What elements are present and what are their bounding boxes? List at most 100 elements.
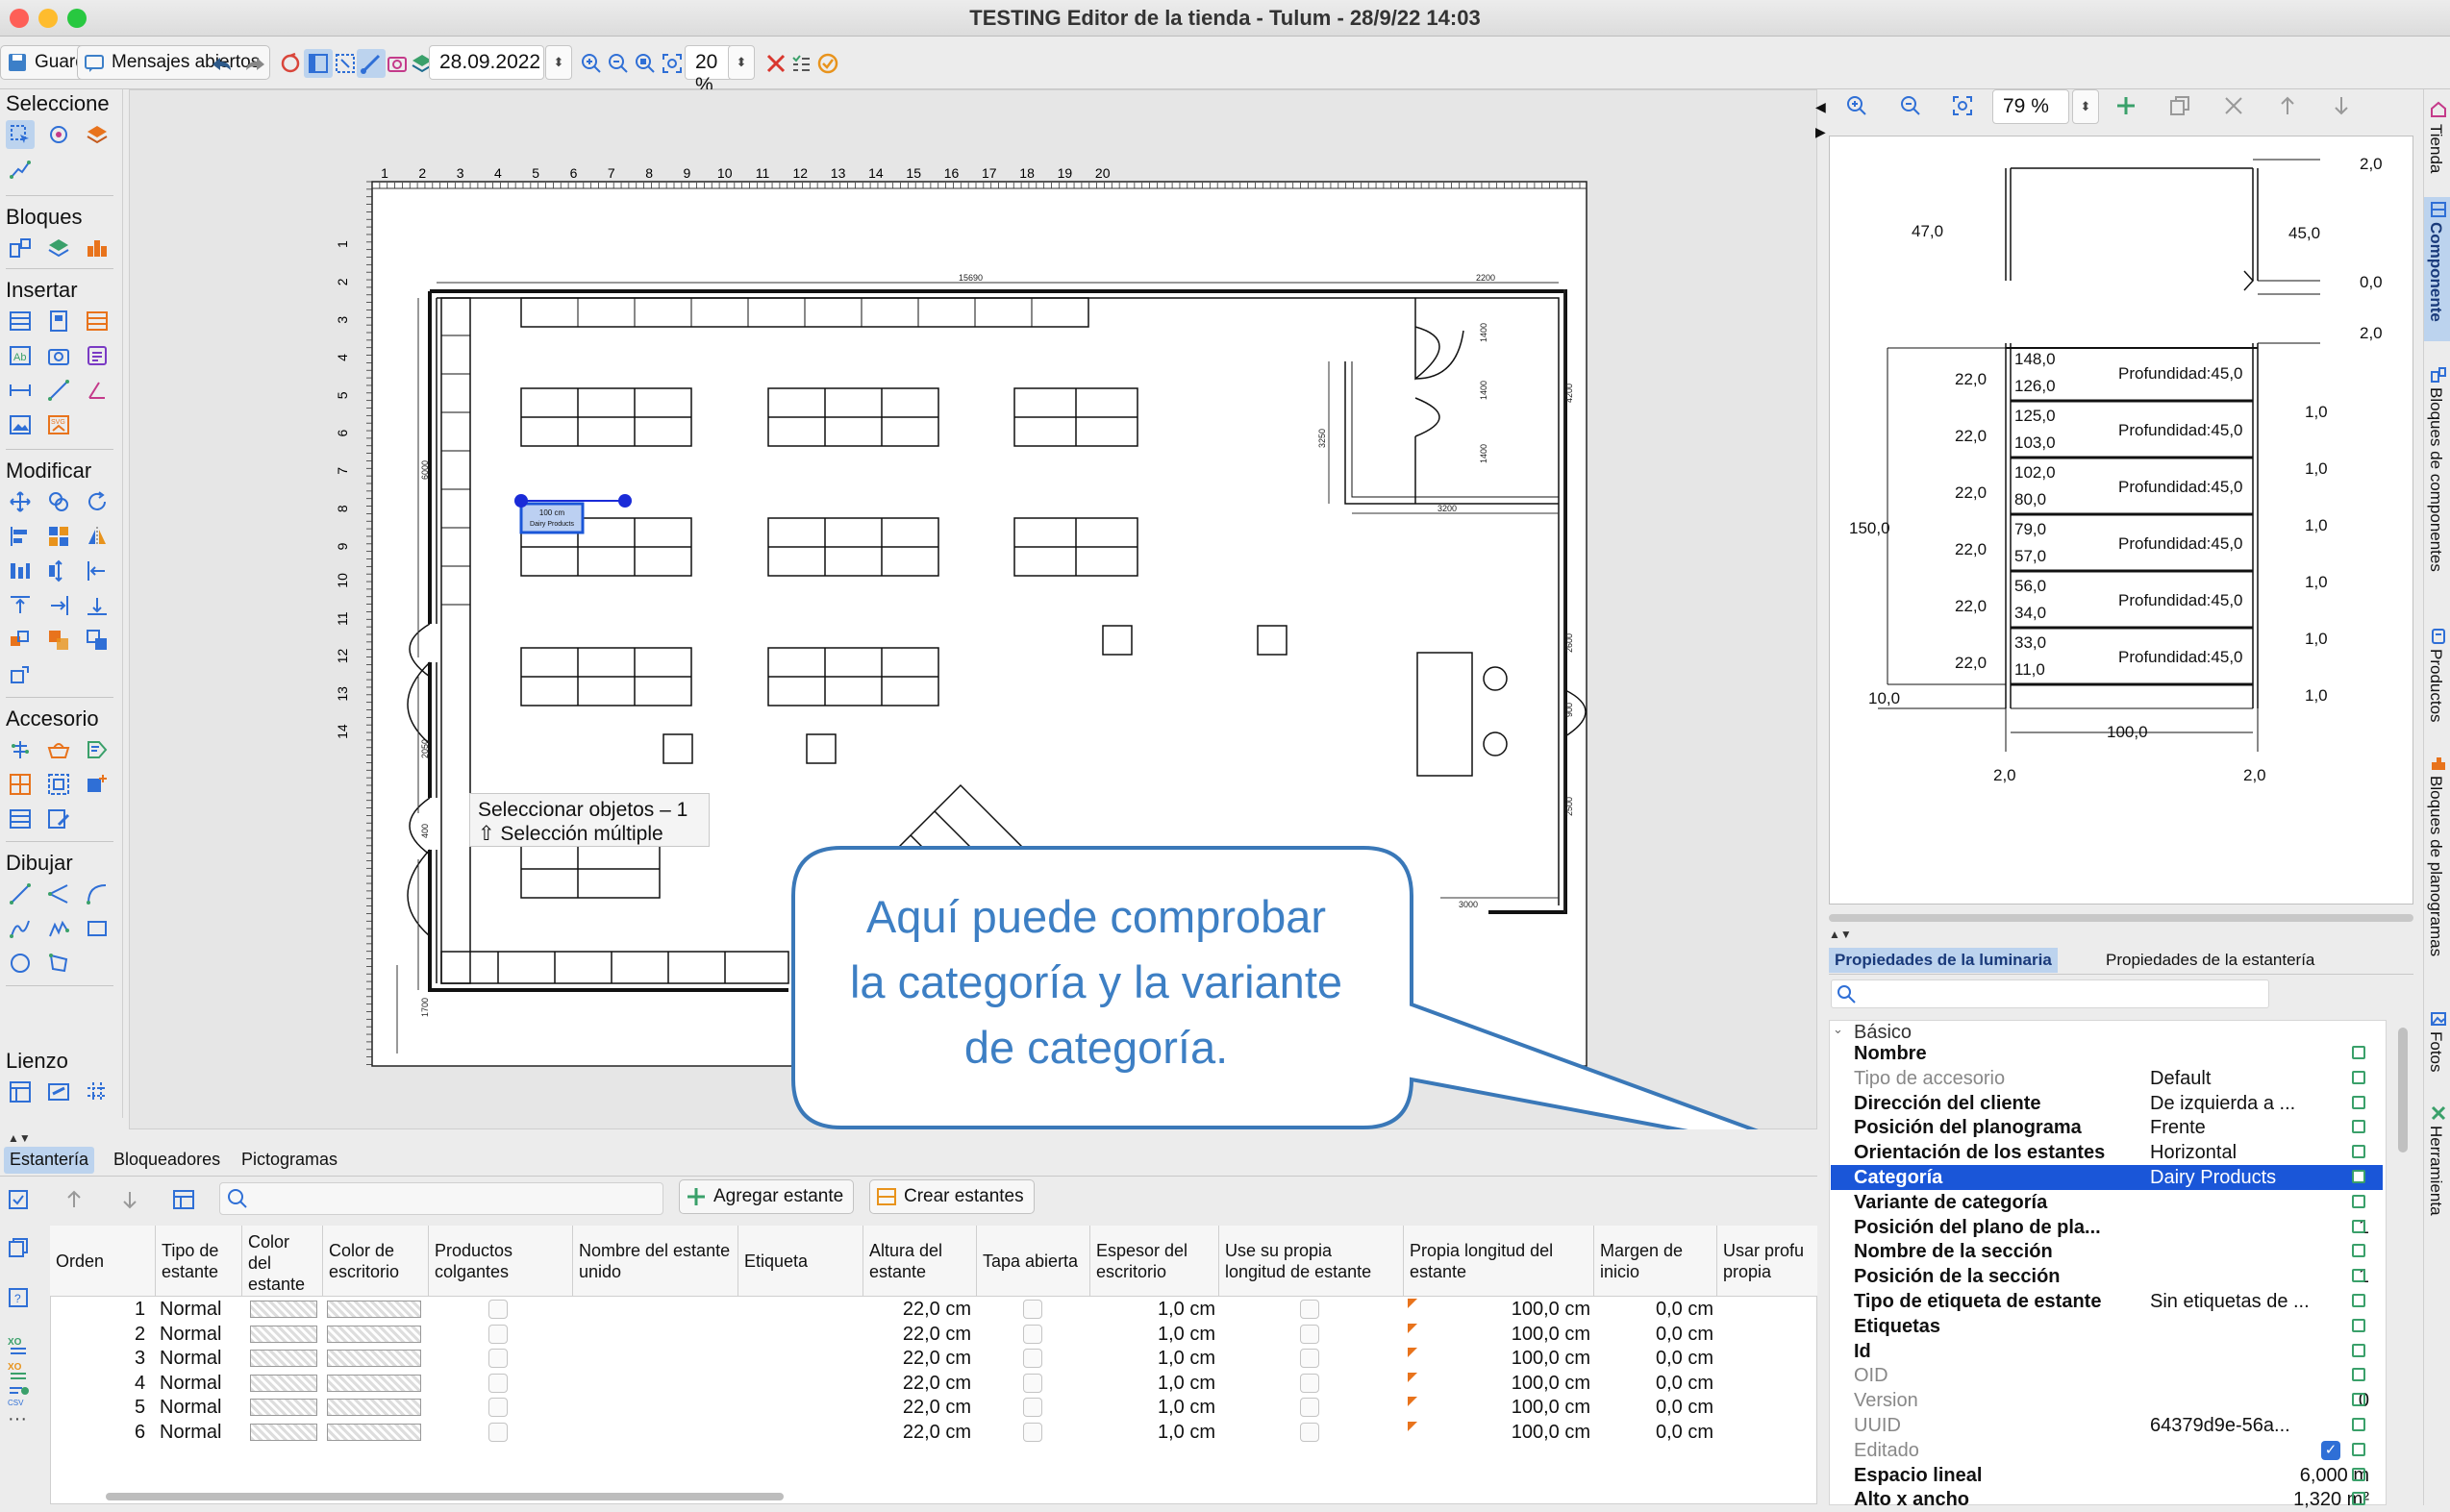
tab-bloqueadores[interactable]: Bloqueadores [108,1147,226,1174]
properties-search-input[interactable] [1831,979,2269,1008]
own-length-checkbox[interactable] [1300,1423,1319,1442]
property-edit-icon[interactable] [2352,1418,2365,1431]
row-thickness[interactable]: 1,0 cm [1125,1346,1215,1371]
mirror-icon[interactable] [83,522,112,551]
copy-icon[interactable] [2165,91,2194,120]
duplicate-icon[interactable] [44,487,73,516]
col-espesor-escritorio[interactable]: Espesor del escritorio [1090,1226,1219,1297]
hanging-products-checkbox[interactable] [488,1349,508,1369]
move-up-icon[interactable] [60,1185,88,1214]
validate-icon[interactable] [813,49,842,78]
row-thickness[interactable]: 1,0 cm [1125,1297,1215,1322]
shelf-elevation-preview[interactable]: 47,0 45,0 2,0 0,0 2,0 150,0 10,0 100,0 2… [1829,136,2413,905]
row-length[interactable]: 100,0 cm [1481,1420,1590,1445]
group-collapse-icon[interactable]: ⌄ [1833,1022,1843,1037]
property-name[interactable]: UUID [1854,1413,1901,1438]
arrange-icon[interactable] [44,522,73,551]
edited-checkbox[interactable]: ✓ [2321,1440,2340,1460]
hanging-products-checkbox[interactable] [488,1324,508,1344]
hanging-products-checkbox[interactable] [488,1398,508,1418]
insert-camera-icon[interactable] [44,341,73,370]
side-tab-tienda[interactable]: Tienda [2426,124,2445,173]
tab-estanteria-properties[interactable]: Propiedades de la estantería [2100,948,2320,973]
redo-icon[interactable] [241,49,270,78]
own-length-checkbox[interactable] [1300,1373,1319,1393]
property-edit-icon[interactable] [2352,1269,2365,1283]
preview-scrollbar[interactable] [1829,914,2413,922]
draw-arc-icon[interactable] [83,880,112,908]
property-name[interactable]: Tipo de etiqueta de estante [1854,1289,2101,1314]
property-edit-icon[interactable] [2352,1393,2365,1407]
target-select-icon[interactable] [44,120,73,149]
property-edit-icon[interactable] [2352,1492,2365,1506]
draw-polygon-icon[interactable] [44,949,73,978]
row-type[interactable]: Normal [160,1371,221,1396]
add-shelf-button[interactable]: Agregar estante [679,1179,855,1214]
property-name[interactable]: Nombre de la sección [1854,1239,2053,1264]
property-edit-icon[interactable] [2352,1343,2365,1357]
property-name[interactable]: OID [1854,1363,1888,1388]
col-color-escritorio[interactable]: Color de escritorio [323,1226,429,1297]
side-tab-herramienta[interactable]: Herramienta [2426,1126,2445,1216]
open-top-checkbox[interactable] [1023,1349,1042,1369]
draw-freehand-icon[interactable] [44,914,73,943]
row-height[interactable]: 22,0 cm [894,1420,971,1445]
transform-icon[interactable] [6,660,35,689]
row-type[interactable]: Normal [160,1395,221,1420]
col-etiqueta[interactable]: Etiqueta [738,1226,863,1297]
own-length-checkbox[interactable] [1300,1349,1319,1369]
row-margin[interactable]: 0,0 cm [1625,1297,1713,1322]
tab-estanteria[interactable]: Estantería [4,1147,95,1174]
desk-color-swatch[interactable] [327,1350,421,1368]
property-name[interactable]: Dirección del cliente [1854,1091,2041,1116]
draw-line-icon[interactable] [6,880,35,908]
col-altura-estante[interactable]: Altura del estante [863,1226,977,1297]
insert-line-icon[interactable] [44,376,73,405]
col-tapa-abierta[interactable]: Tapa abierta [977,1226,1090,1297]
properties-scrollbar[interactable] [2398,1028,2408,1153]
refresh-icon[interactable] [276,49,305,78]
row-height[interactable]: 22,0 cm [894,1395,971,1420]
insert-angle-icon[interactable] [83,376,112,405]
expand-right-icon[interactable]: ▶ [1815,124,1826,140]
table-select-icon[interactable] [4,1185,33,1214]
property-value[interactable]: 1,320 m² [2148,1487,2369,1512]
row-type[interactable]: Normal [160,1420,221,1445]
row-length[interactable]: 100,0 cm [1481,1346,1590,1371]
col-nombre-estante-unido[interactable]: Nombre del estante unido [573,1226,738,1297]
checklist-icon[interactable] [787,49,815,78]
push-left-icon[interactable] [83,557,112,585]
block-grid-icon[interactable] [83,234,112,262]
row-type[interactable]: Normal [160,1322,221,1347]
push-top-icon[interactable] [6,591,35,620]
preview-zoom-field[interactable]: 79 % [1992,89,2069,124]
table-copy-icon[interactable] [4,1233,33,1262]
shelf-color-swatch[interactable] [250,1350,317,1368]
open-top-checkbox[interactable] [1023,1300,1042,1319]
side-tab-fotos[interactable]: Fotos [2426,1031,2445,1073]
property-name[interactable]: Posición de la sección [1854,1264,2061,1289]
row-type[interactable]: Normal [160,1297,221,1322]
select-area-icon[interactable] [331,49,360,78]
accessory-edit-icon[interactable] [44,805,73,833]
row-margin[interactable]: 0,0 cm [1625,1322,1713,1347]
preview-zoom-stepper[interactable]: ⬍ [2072,89,2099,124]
table-help-icon[interactable]: ? [4,1283,33,1312]
row-margin[interactable]: 0,0 cm [1625,1420,1713,1445]
side-tab-bloques-planogramas[interactable]: Bloques de planogramas [2426,776,2445,956]
property-name[interactable]: Etiquetas [1854,1314,1940,1339]
row-margin[interactable]: 0,0 cm [1625,1371,1713,1396]
insert-shelf-icon[interactable] [6,307,35,335]
export-csv-icon[interactable]: CSV [4,1381,33,1410]
split-icon[interactable] [83,626,112,655]
zoom-out-icon[interactable] [604,49,633,78]
group-icon[interactable] [6,626,35,655]
accessory-frame-icon[interactable] [44,770,73,799]
property-edit-icon[interactable] [2352,1318,2365,1332]
property-name[interactable]: Editado [1854,1438,1919,1463]
row-height[interactable]: 22,0 cm [894,1322,971,1347]
insert-fixture-icon[interactable] [44,307,73,335]
desk-color-swatch[interactable] [327,1325,421,1343]
accessory-hook-icon[interactable] [6,735,35,764]
insert-text-icon[interactable]: Ab [6,341,35,370]
